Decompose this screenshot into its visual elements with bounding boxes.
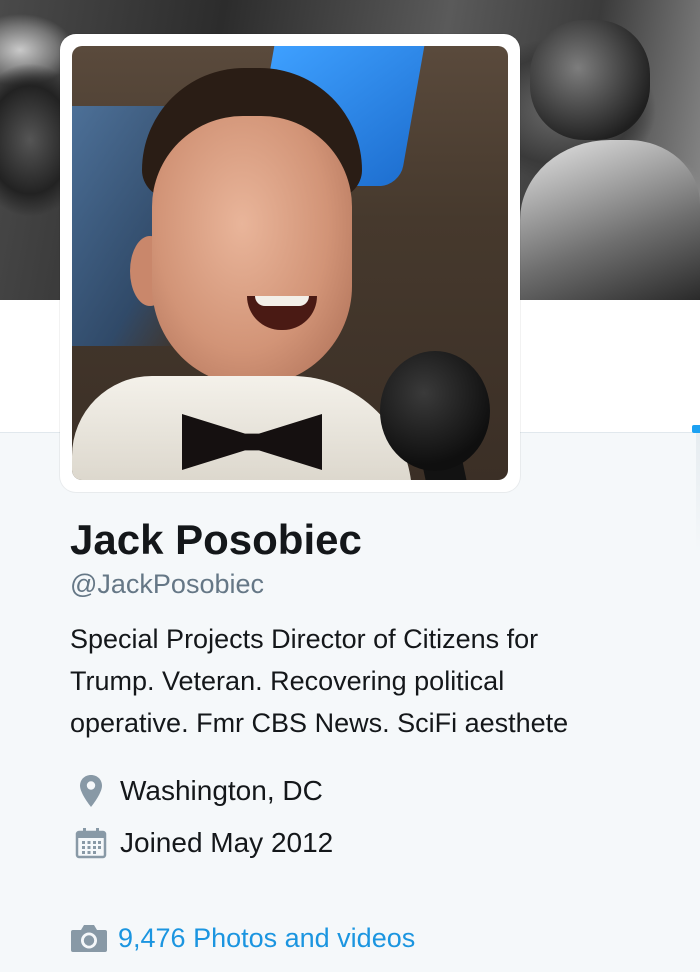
- location-pin-icon: [74, 774, 108, 808]
- location-text: Washington, DC: [120, 775, 323, 806]
- tab-indicator: [692, 425, 700, 433]
- calendar-icon: [74, 826, 108, 860]
- bio-line: operative. Fmr CBS News. SciFi aesthete: [70, 708, 569, 738]
- profile-bio: Special Projects Director of Citizens fo…: [70, 618, 670, 744]
- banner-shape: [530, 20, 650, 140]
- photos-and-videos-link[interactable]: 9,476 Photos and videos: [70, 921, 415, 955]
- avatar-jacket: [72, 376, 412, 480]
- card-edge: [696, 433, 700, 553]
- photos-and-videos-text[interactable]: 9,476 Photos and videos: [118, 923, 415, 954]
- camera-icon: [70, 921, 110, 955]
- profile-handle[interactable]: @JackPosobiec: [70, 566, 264, 602]
- avatar[interactable]: [72, 46, 508, 480]
- profile-location: Washington, DC: [74, 774, 323, 808]
- avatar-microphone: [380, 351, 490, 471]
- banner-shape: [520, 140, 700, 300]
- joined-text: Joined May 2012: [120, 827, 334, 858]
- profile-name[interactable]: Jack Posobiec: [70, 512, 362, 568]
- bio-line: Special Projects Director of Citizens fo…: [70, 624, 539, 654]
- bio-line: Trump. Veteran. Recovering political: [70, 666, 505, 696]
- avatar-teeth: [255, 296, 309, 306]
- profile-joined-date: Joined May 2012: [74, 826, 333, 860]
- avatar-face: [152, 116, 352, 386]
